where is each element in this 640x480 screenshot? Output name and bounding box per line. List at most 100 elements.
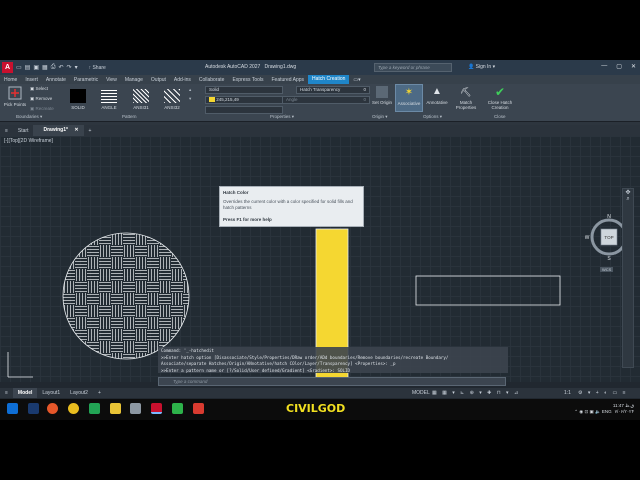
drafting-tools-icons[interactable]: ▦ ▦ ▾ ⊾ ⊕ ▾ ✚ ⊓ ▾ ⊿ (432, 390, 520, 396)
windows-start-icon[interactable] (7, 403, 18, 414)
ribbon-tab-featured-apps[interactable]: Featured Apps (268, 77, 309, 83)
search-input[interactable]: Type a keyword or phrase (374, 63, 452, 72)
horizontal-rectangle[interactable] (415, 275, 561, 306)
nav-zoom-icon[interactable]: ⌕ (623, 196, 633, 203)
angle-field[interactable]: Angle 0 (282, 96, 370, 104)
maximize-icon[interactable]: ▢ (616, 63, 622, 70)
close-hatch-button[interactable]: ✔ Close Hatch Creation (481, 86, 519, 110)
autocad-logo[interactable]: A (2, 62, 13, 73)
hatch-type-select[interactable]: Solid (205, 86, 283, 94)
viewcube-top-label: TOP (604, 235, 613, 240)
command-input[interactable]: Type a command (158, 377, 506, 386)
redo-icon[interactable]: ↷ (67, 64, 72, 71)
ribbon-tab-manage[interactable]: Manage (121, 77, 147, 83)
ribbon-more-icon[interactable]: ▭▾ (349, 77, 364, 83)
wcs-menu[interactable]: WCS (600, 267, 614, 272)
chrome-icon[interactable] (68, 403, 79, 414)
ansi32-swatch-icon (164, 89, 180, 103)
ribbon-tab-collaborate[interactable]: Collaborate (195, 77, 229, 83)
saveas-icon[interactable]: ▦ (42, 64, 48, 71)
sheets-icon[interactable] (89, 403, 100, 414)
pattern-solid[interactable]: SOLID (68, 89, 88, 110)
firefox-icon[interactable] (47, 403, 58, 414)
hatch-transparency-field[interactable]: Hatch Transparency 0 (296, 86, 370, 94)
options-panel-label[interactable]: Options ▾ (423, 114, 442, 120)
ribbon-tab-output[interactable]: Output (147, 77, 170, 83)
hatched-circle[interactable] (60, 230, 192, 362)
pattern-scroll-up-icon[interactable]: ▴ (189, 87, 191, 93)
model-space-toggle[interactable]: MODEL (412, 390, 430, 396)
open-icon[interactable]: ▤ (25, 64, 31, 71)
properties-panel-label[interactable]: Properties ▾ (270, 114, 294, 120)
close-hatch-label: Close Hatch Creation (487, 100, 513, 110)
close-icon[interactable]: ✕ (631, 63, 636, 70)
recorder-icon[interactable] (193, 403, 204, 414)
pattern-scroll-down-icon[interactable]: ▾ (189, 96, 191, 102)
ribbon-tab-express-tools[interactable]: Express Tools (228, 77, 267, 83)
match-properties-button[interactable]: ⛏ Match Properties (452, 86, 480, 110)
hatch-background-select[interactable] (205, 106, 283, 114)
pattern-ansi31[interactable]: ANSI31 (130, 89, 152, 110)
pick-points-label: Pick Points (3, 102, 27, 107)
annotative-button[interactable]: ▲ Annotative (424, 86, 450, 105)
select-button[interactable]: ▣ Select (30, 86, 48, 92)
ribbon-tab-parametric[interactable]: Parametric (70, 77, 102, 83)
plot-icon[interactable]: ⎙ (51, 64, 56, 71)
pattern-angle[interactable]: ANGLE (98, 89, 120, 110)
camtasia-icon[interactable] (172, 403, 183, 414)
ribbon-tab-insert[interactable]: Insert (21, 77, 42, 83)
clock[interactable]: 11:47 ق.ظ ۷/۰۶/۲۰۲۴ (613, 403, 634, 415)
file-title: Drawing1.dwg (264, 64, 297, 70)
status-tools-icons[interactable]: ⚙ ▾ + ◐ ▭ ≡ (578, 390, 628, 396)
boundaries-panel-label[interactable]: Boundaries ▾ (16, 114, 42, 120)
ribbon-tab-add-ins[interactable]: Add-ins (170, 77, 195, 83)
navigation-bar[interactable]: ✥ ⌕ (622, 188, 634, 368)
annotation-scale[interactable]: 1:1 (564, 390, 571, 396)
autocad-taskbar-icon[interactable] (151, 403, 162, 414)
layout-tab-layout1[interactable]: Layout1 (37, 390, 65, 396)
boundaries-label: Boundaries (16, 114, 39, 119)
new-icon[interactable]: ▭ (16, 64, 22, 71)
nav-pan-icon[interactable]: ✥ (623, 189, 633, 196)
hatch-color-select[interactable]: 245,215,49 (205, 96, 283, 104)
pattern-ansi32[interactable]: ANSI32 (161, 89, 183, 110)
recreate-button[interactable]: ▣ Recreate (30, 106, 54, 112)
ribbon-tab-home[interactable]: Home (0, 77, 21, 83)
app-title: Autodesk AutoCAD 2027 (205, 64, 261, 70)
tooltip-title: Hatch Color (223, 190, 249, 195)
command-history: Command: '_-hatchedit >>Enter hatch optio… (158, 347, 508, 373)
minimize-icon[interactable]: — (601, 63, 607, 70)
tray-icons[interactable]: ⌃ ◉ ⊡ ▣ 🔈 (574, 409, 600, 414)
calculator-icon[interactable] (130, 403, 141, 414)
share-button[interactable]: ↑ Share (85, 64, 110, 72)
options-label: Options (423, 114, 439, 119)
remove-button[interactable]: ▣ Remove (30, 96, 52, 102)
file-tab-drawing1[interactable]: Drawing1* ✕ (33, 125, 84, 136)
associative-button[interactable]: ✶ Associative (395, 84, 423, 112)
file-explorer-icon[interactable] (110, 403, 121, 414)
origin-label: Origin (372, 114, 385, 119)
sign-in-label: Sign In (475, 64, 492, 70)
file-tab-start[interactable]: Start (13, 128, 34, 134)
layout-tab-model[interactable]: Model (12, 388, 38, 398)
ribbon-tab-view[interactable]: View (102, 77, 121, 83)
photoshop-icon[interactable] (28, 403, 39, 414)
undo-icon[interactable]: ↶ (59, 64, 64, 71)
tooltip-description: Overrides the current color with a color… (223, 199, 353, 210)
origin-panel-label[interactable]: Origin ▾ (372, 114, 388, 120)
new-tab-icon[interactable]: + (84, 128, 97, 134)
set-origin-button[interactable]: Set Origin (372, 86, 392, 105)
input-language[interactable]: ENG (602, 409, 612, 414)
sign-in-button[interactable]: 👤 Sign In ▾ (468, 64, 495, 70)
add-layout-icon[interactable]: + (93, 390, 106, 396)
drawing-canvas[interactable]: [-][Top][2D Wireframe] Hatch Color Overr… (0, 136, 640, 382)
layout-menu-icon[interactable]: ≡ (0, 390, 13, 396)
menu-icon[interactable]: ≡ (0, 128, 13, 134)
pick-points-button[interactable]: Pick Points (3, 86, 27, 107)
save-icon[interactable]: ▣ (33, 64, 39, 71)
clock-time: 11:47 ق.ظ (612, 403, 634, 408)
ribbon-tab-hatch-creation[interactable]: Hatch Creation (308, 75, 350, 84)
dropdown-icon[interactable]: ▾ (75, 64, 78, 71)
layout-tab-layout2[interactable]: Layout2 (65, 390, 93, 396)
ribbon-tab-annotate[interactable]: Annotate (42, 77, 70, 83)
